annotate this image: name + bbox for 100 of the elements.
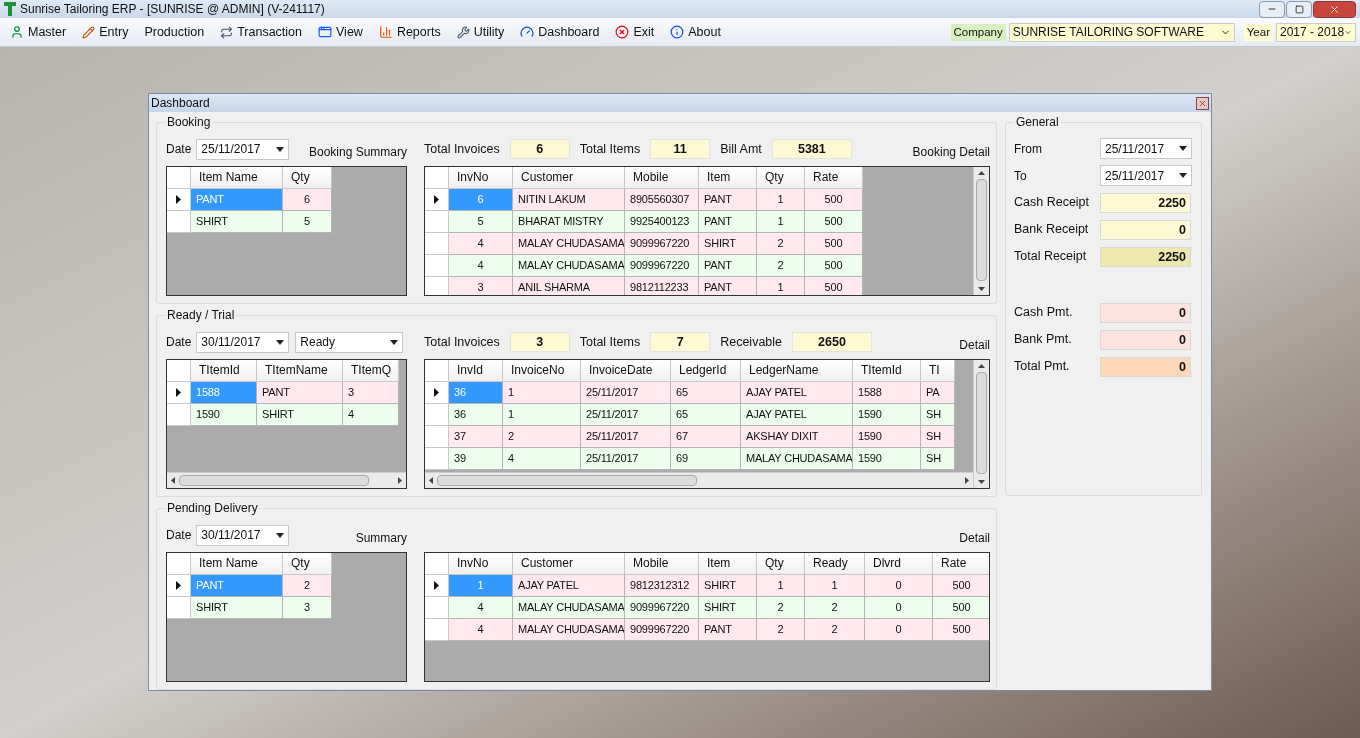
column-header[interactable]: Dlvrd xyxy=(865,553,933,575)
column-header[interactable]: Qty xyxy=(283,553,332,575)
menu-item[interactable]: Master xyxy=(8,22,69,42)
left-arrow-icon[interactable] xyxy=(429,477,433,484)
right-arrow-icon[interactable] xyxy=(398,477,402,484)
column-header[interactable]: LedgerId xyxy=(671,360,741,382)
menu-item[interactable]: About xyxy=(668,22,723,42)
table-cell: PA xyxy=(921,382,955,404)
column-header[interactable]: Qty xyxy=(757,553,805,575)
table-cell: 3 xyxy=(343,382,399,404)
column-header[interactable]: InvoiceDate xyxy=(581,360,671,382)
date-label: To xyxy=(1014,167,1028,185)
menu-item[interactable]: Transaction xyxy=(218,22,304,42)
amount-field: 0 xyxy=(1100,329,1191,350)
column-header[interactable]: TItemId xyxy=(191,360,257,382)
row-header[interactable] xyxy=(167,189,191,211)
grid-corner xyxy=(167,360,191,382)
group-title: Pending Delivery xyxy=(165,500,260,516)
column-header[interactable]: InvNo xyxy=(449,167,513,189)
detail-label: Detail xyxy=(959,337,990,354)
row-pointer-icon xyxy=(434,388,439,397)
maximize-icon xyxy=(1294,4,1304,14)
column-header[interactable]: Mobile xyxy=(625,167,699,189)
table-cell: 1 xyxy=(805,575,865,597)
menu-item[interactable]: Dashboard xyxy=(518,22,602,42)
up-arrow-icon[interactable] xyxy=(978,364,985,368)
close-circle-icon xyxy=(615,25,630,39)
column-header[interactable]: Mobile xyxy=(625,553,699,575)
column-header[interactable]: InvNo xyxy=(449,553,513,575)
up-arrow-icon[interactable] xyxy=(978,171,985,175)
table-cell: 9099967220 xyxy=(625,619,699,641)
table-cell: MALAY CHUDASAMA xyxy=(513,233,625,255)
menu-item[interactable]: Utility xyxy=(454,22,507,42)
column-header[interactable]: TItemQ xyxy=(343,360,399,382)
row-header[interactable] xyxy=(167,382,191,404)
row-pointer-icon xyxy=(434,581,439,590)
vertical-scrollbar[interactable] xyxy=(973,360,989,488)
menu-item[interactable]: Reports xyxy=(376,22,443,42)
minimize-button[interactable] xyxy=(1259,0,1285,18)
table-cell: 3 xyxy=(283,597,332,619)
date-combo[interactable]: 30/11/2017 xyxy=(196,524,290,546)
column-header[interactable]: LedgerName xyxy=(741,360,853,382)
left-arrow-icon[interactable] xyxy=(171,477,175,484)
column-header[interactable]: Item Name xyxy=(191,167,283,189)
date-combo[interactable]: 25/11/2017 xyxy=(1100,165,1192,186)
column-header[interactable]: Qty xyxy=(757,167,805,189)
menu-item[interactable]: Production xyxy=(142,22,207,42)
menu-item[interactable]: Entry xyxy=(80,22,131,42)
down-arrow-icon[interactable] xyxy=(978,287,985,291)
table-cell: 1 xyxy=(503,382,581,404)
maximize-button[interactable] xyxy=(1286,0,1312,18)
summary-label: Booking Summary xyxy=(308,144,407,161)
column-header[interactable]: Item Name xyxy=(191,553,283,575)
table-cell: PANT xyxy=(191,575,283,597)
close-button[interactable] xyxy=(1313,0,1356,18)
column-header[interactable]: Ready xyxy=(805,553,865,575)
right-arrow-icon[interactable] xyxy=(965,477,969,484)
table-cell: SHIRT xyxy=(699,597,757,619)
table-cell: 2 xyxy=(757,233,805,255)
menu-item[interactable]: View xyxy=(316,22,365,42)
table-cell: 39 xyxy=(449,448,503,470)
column-header[interactable]: TItemName xyxy=(257,360,343,382)
column-header[interactable]: Rate xyxy=(933,553,989,575)
column-header[interactable]: InvoiceNo xyxy=(503,360,581,382)
column-header[interactable]: TI xyxy=(921,360,955,382)
table-cell: SHIRT xyxy=(699,575,757,597)
row-header[interactable] xyxy=(425,382,449,404)
table-cell: BHARAT MISTRY xyxy=(513,211,625,233)
down-arrow-icon[interactable] xyxy=(978,480,985,484)
company-combo[interactable]: SUNRISE TAILORING SOFTWARE xyxy=(1008,22,1235,42)
column-header[interactable]: Qty xyxy=(283,167,332,189)
window-title: Dashboard xyxy=(151,95,210,112)
column-header[interactable]: Customer xyxy=(513,167,625,189)
column-header[interactable]: InvId xyxy=(449,360,503,382)
table-cell: 8905560307 xyxy=(625,189,699,211)
stat-label: Bill Amt xyxy=(720,140,762,158)
table-cell: 0 xyxy=(865,575,933,597)
table-cell: 6 xyxy=(449,189,513,211)
column-header[interactable]: TItemId xyxy=(853,360,921,382)
date-combo[interactable]: 25/11/2017 xyxy=(1100,138,1192,159)
menu-item[interactable]: Exit xyxy=(613,22,657,42)
date-combo[interactable]: 25/11/2017 xyxy=(196,138,290,160)
row-header[interactable] xyxy=(425,189,449,211)
horizontal-scrollbar[interactable] xyxy=(167,472,406,488)
table-cell: 9099967220 xyxy=(625,255,699,277)
column-header[interactable]: Rate xyxy=(805,167,863,189)
table-cell: 1590 xyxy=(853,448,921,470)
group-title: Ready / Trial xyxy=(165,307,237,323)
date-combo[interactable]: 30/11/2017 xyxy=(196,331,290,353)
horizontal-scrollbar[interactable] xyxy=(425,472,973,488)
table-cell: PANT xyxy=(699,255,757,277)
row-header[interactable] xyxy=(167,575,191,597)
column-header[interactable]: Item xyxy=(699,553,757,575)
year-combo[interactable]: 2017 - 2018 xyxy=(1276,22,1356,42)
date-combo[interactable]: Ready xyxy=(295,331,404,353)
column-header[interactable]: Item xyxy=(699,167,757,189)
row-header[interactable] xyxy=(425,575,449,597)
vertical-scrollbar[interactable] xyxy=(973,167,989,295)
close-button[interactable] xyxy=(1196,96,1209,110)
column-header[interactable]: Customer xyxy=(513,553,625,575)
